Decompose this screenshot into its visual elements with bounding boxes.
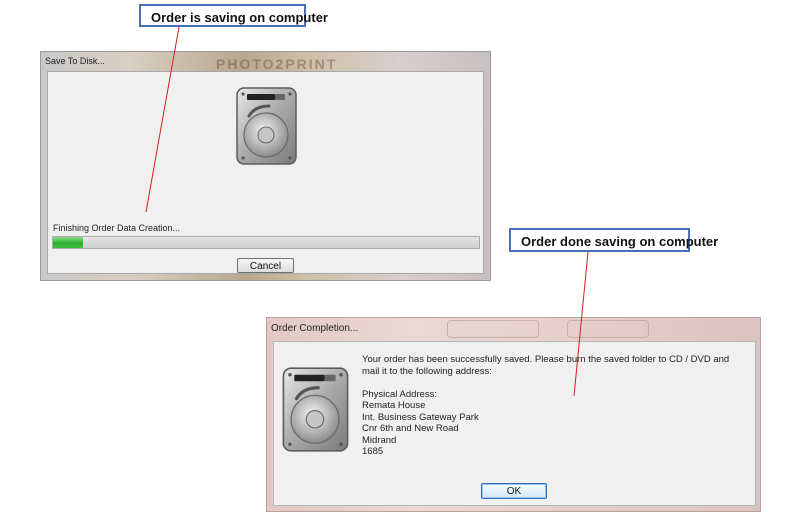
ok-button[interactable]: OK bbox=[481, 483, 547, 499]
address-heading: Physical Address: bbox=[362, 388, 437, 400]
hard-disk-icon bbox=[282, 367, 349, 452]
address-line: Midrand bbox=[362, 434, 397, 446]
dialog-body: Your order has been successfully saved. … bbox=[273, 341, 756, 506]
address-line: Int. Business Gateway Park bbox=[362, 411, 479, 423]
dialog-title: Order Completion... bbox=[271, 323, 359, 334]
cancel-button[interactable]: Cancel bbox=[237, 258, 294, 273]
address-line: Cnr 6th and New Road bbox=[362, 423, 459, 434]
order-completion-dialog: Order Completion... Your order has been … bbox=[266, 317, 761, 512]
background-decoration bbox=[567, 320, 649, 338]
callout-order-saving: Order is saving on computer bbox=[139, 4, 328, 27]
callout-order-done: Order done saving on computer bbox=[509, 228, 718, 252]
background-decoration bbox=[447, 320, 539, 338]
address-line: 1685 bbox=[362, 446, 384, 457]
hard-disk-icon bbox=[236, 87, 297, 165]
completion-message: Your order has been successfully saved. … bbox=[362, 354, 752, 458]
dialog-body: Finishing Order Data Creation... Cancel bbox=[47, 71, 484, 274]
message-line: Your order has been successfully saved. … bbox=[362, 354, 730, 365]
progress-fill bbox=[53, 237, 83, 248]
message-line: mail it to the following address: bbox=[362, 365, 492, 377]
status-text: Finishing Order Data Creation... bbox=[53, 223, 181, 233]
progress-bar bbox=[52, 236, 480, 249]
brand-watermark: PHOTO2PRINT bbox=[216, 56, 338, 72]
save-to-disk-dialog: Save To Disk... PHOTO2PRINT Finishing Or… bbox=[40, 51, 491, 281]
dialog-title: Save To Disk... bbox=[45, 56, 105, 66]
address-line: Remata House bbox=[362, 400, 426, 411]
